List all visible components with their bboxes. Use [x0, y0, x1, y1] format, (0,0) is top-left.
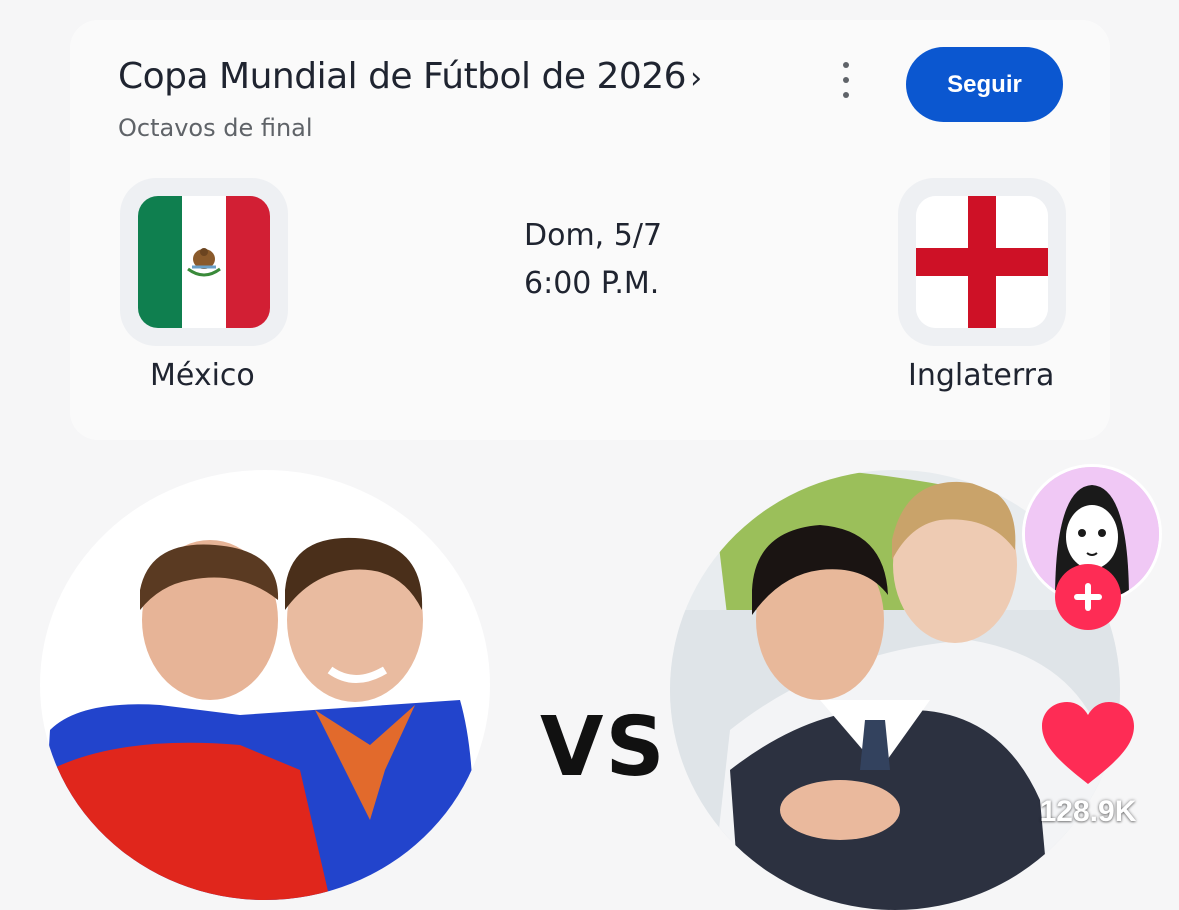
- away-team-name[interactable]: Inglaterra: [908, 358, 1054, 393]
- eagle-emblem-icon: [187, 248, 221, 277]
- plus-icon: [1074, 583, 1102, 611]
- england-flag-icon: [916, 196, 1048, 328]
- away-team-logo[interactable]: [898, 178, 1066, 346]
- match-stage: Octavos de final: [118, 114, 313, 142]
- mexico-flag-icon: [138, 196, 270, 328]
- competition-title-text: Copa Mundial de Fútbol de 2026: [118, 56, 687, 97]
- follow-button[interactable]: Seguir: [906, 47, 1063, 122]
- like-button[interactable]: [1040, 700, 1136, 788]
- versus-label: VS: [540, 700, 667, 795]
- like-count: 128.9K: [1039, 795, 1137, 828]
- home-team-logo[interactable]: [120, 178, 288, 346]
- competition-title[interactable]: Copa Mundial de Fútbol de 2026 ›: [118, 56, 702, 97]
- chevron-right-icon: ›: [690, 61, 702, 96]
- match-date: Dom, 5/7: [524, 218, 663, 253]
- home-couple-photo: [40, 470, 490, 900]
- bottom-edge: [0, 895, 1179, 907]
- match-time: 6:00 P.M.: [524, 266, 660, 301]
- home-team-name[interactable]: México: [150, 358, 255, 393]
- heart-icon: [1042, 702, 1134, 784]
- more-vert-icon[interactable]: [830, 62, 862, 98]
- follow-creator-button[interactable]: [1055, 564, 1121, 630]
